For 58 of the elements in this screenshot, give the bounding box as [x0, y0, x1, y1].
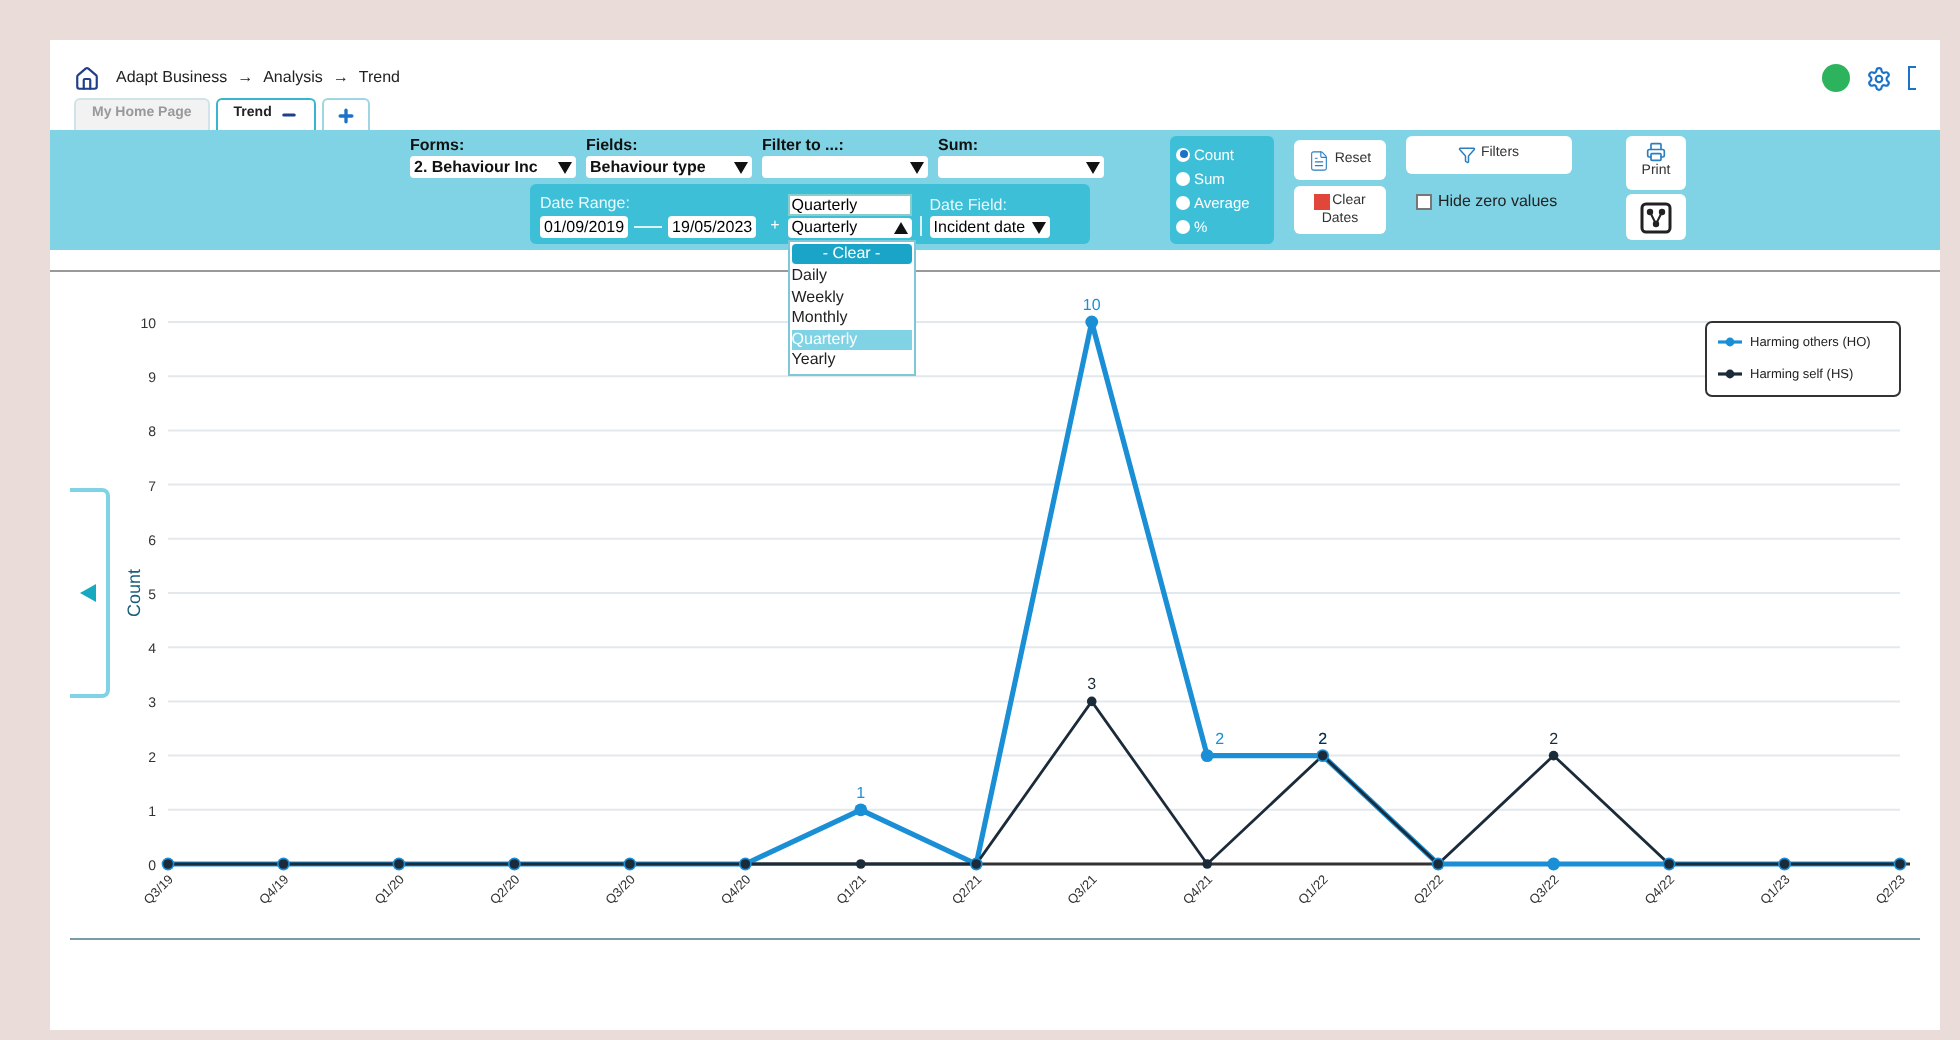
data-point: [1202, 859, 1212, 869]
selector-label: Forms:: [410, 136, 467, 156]
date-field-dropdown[interactable]: Incident date: [929, 216, 1050, 238]
selector-dropdown[interactable]: [762, 156, 928, 178]
caret-icon: [558, 161, 572, 173]
data-point: [1547, 857, 1560, 871]
data-point: [856, 859, 866, 869]
data-point: [1085, 315, 1099, 329]
breadcrumb-link[interactable]: Trend: [358, 66, 400, 90]
breadcrumb-separator: →: [332, 66, 349, 90]
data-label: 2: [1318, 729, 1328, 748]
plus-sign: +: [770, 214, 780, 238]
y-axis-label: Count: [124, 568, 144, 618]
data-point: [1548, 750, 1559, 761]
date-input[interactable]: 01/09/2019: [540, 215, 629, 237]
data-point: [1200, 749, 1214, 762]
breadcrumb-separator: →: [237, 66, 254, 90]
data-label: 1: [856, 783, 866, 802]
data-label: 3: [1087, 675, 1097, 694]
date-range-label: Date Range:: [540, 194, 632, 214]
data-point: [1086, 696, 1097, 707]
dropdown-option[interactable]: Monthly: [791, 308, 912, 329]
selector-label: Filter to ...:: [762, 136, 846, 156]
selector-dropdown[interactable]: Behaviour type: [586, 156, 752, 178]
caret-icon: [734, 161, 748, 173]
hide-zero-checkbox[interactable]: Hide zero values: [1416, 190, 1586, 214]
collapse-handle[interactable]: [70, 488, 110, 698]
nodes-icon: [1640, 201, 1672, 233]
period-dropdown[interactable]: Quarterly: [787, 218, 912, 238]
caret-icon: [893, 222, 908, 234]
caret-icon: [1086, 161, 1100, 173]
data-label: 2: [1549, 729, 1559, 748]
breadcrumb-link[interactable]: Analysis: [263, 66, 323, 90]
data-label: 10: [1082, 296, 1101, 314]
caret-icon: [1031, 221, 1046, 233]
selector-label: Sum:: [938, 136, 980, 156]
document-icon: [1308, 149, 1331, 171]
add-icon: [335, 105, 356, 125]
selector-dropdown[interactable]: [938, 156, 1104, 178]
selector-label: Fields:: [586, 136, 640, 156]
selector-dropdown[interactable]: 2. Behaviour Inc: [410, 156, 576, 178]
data-label: 2: [1215, 729, 1225, 748]
diagram-button[interactable]: [1626, 194, 1686, 240]
period-input[interactable]: Quarterly: [787, 194, 912, 216]
filter-icon: [1458, 146, 1477, 164]
panel-icon[interactable]: [1908, 66, 1916, 90]
date-input[interactable]: 19/05/2023: [668, 215, 757, 237]
home-icon[interactable]: [74, 65, 100, 91]
breadcrumb-link[interactable]: Adapt Business: [116, 66, 228, 90]
data-point: [854, 803, 868, 817]
settings-icon[interactable]: [1866, 65, 1892, 91]
dropdown-option[interactable]: Yearly: [791, 350, 912, 371]
left-arrow-icon: [80, 584, 96, 602]
dropdown-option[interactable]: Weekly: [791, 287, 912, 308]
caret-icon: [910, 161, 924, 173]
printer-icon: [1646, 142, 1666, 163]
date-field-label: Date Field:: [929, 196, 1009, 216]
dropdown-option[interactable]: Daily: [791, 266, 912, 287]
